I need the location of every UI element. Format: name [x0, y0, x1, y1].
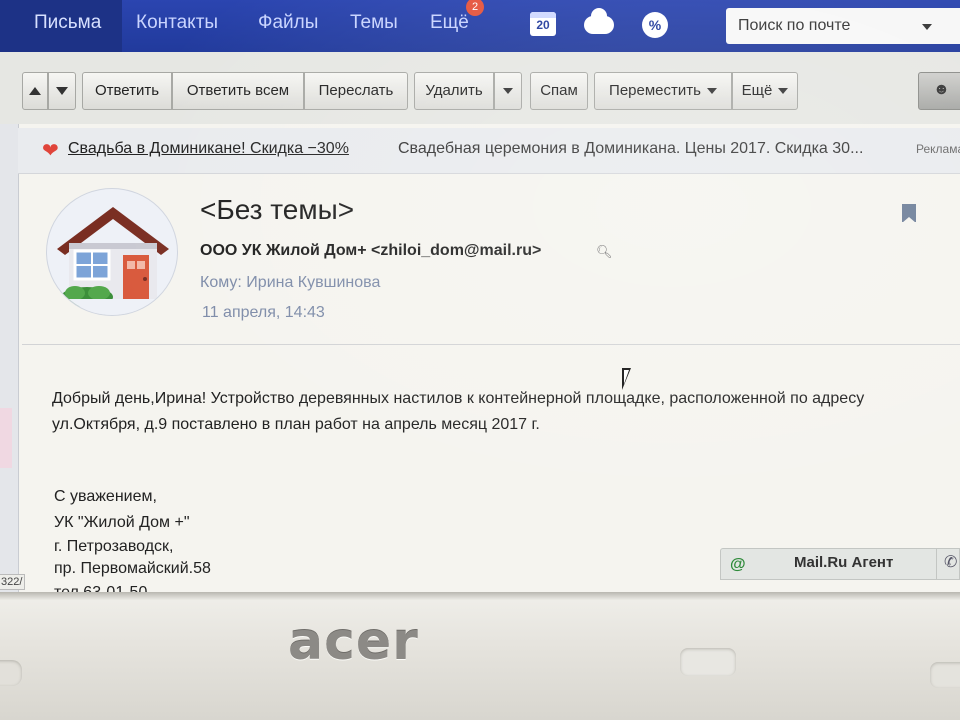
- signature-line: г. Петрозаводск,: [54, 538, 174, 555]
- bezel-bumper: [0, 660, 22, 686]
- delete-button[interactable]: Удалить: [414, 72, 494, 110]
- signature-line: тел.63-01-50: [54, 584, 147, 592]
- agent-at-icon: @: [730, 556, 746, 573]
- message-sender[interactable]: ООО УК Жилой Дом+ <zhiloi_dom@mail.ru>: [200, 242, 541, 260]
- agent-divider: [936, 548, 937, 580]
- chevron-down-icon: [503, 88, 513, 95]
- header-divider: [22, 344, 960, 345]
- mouse-cursor: [622, 368, 631, 390]
- arrow-up-icon: [29, 87, 41, 96]
- signature-line: УК "Жилой Дом +": [54, 514, 190, 531]
- spam-button[interactable]: Спам: [530, 72, 588, 110]
- ad-text[interactable]: Свадебная церемония в Доминикана. Цены 2…: [398, 140, 863, 158]
- house-icon: [47, 207, 177, 315]
- chevron-down-icon: [706, 88, 717, 95]
- phone-icon[interactable]: ✆: [944, 552, 957, 572]
- ad-label: Реклама: [916, 142, 960, 156]
- bezel-bumper: [930, 662, 960, 688]
- message-toolbar: Ответить Ответить всем Переслать Удалить…: [0, 52, 960, 124]
- ad-link[interactable]: Свадьба в Доминикане! Скидка −30%: [68, 140, 349, 158]
- percent-gear-icon[interactable]: %: [642, 12, 668, 38]
- top-nav: Письма Контакты Файлы Темы Ещё 2 20 % По…: [0, 0, 960, 52]
- body-line: Добрый день,Ирина! Устройство деревянных…: [52, 390, 865, 407]
- message-date: 11 апреля, 14:43: [202, 304, 325, 321]
- calendar-icon[interactable]: 20: [530, 12, 556, 36]
- nav-contacts[interactable]: Контакты: [136, 12, 218, 34]
- laptop-bezel-bottom: [0, 592, 960, 720]
- agent-label[interactable]: Mail.Ru Агент: [794, 554, 893, 571]
- arrow-down-icon: [56, 87, 68, 96]
- cloud-icon[interactable]: [584, 8, 614, 34]
- nav-letters[interactable]: Письма: [0, 0, 122, 52]
- screen: Письма Контакты Файлы Темы Ещё 2 20 % По…: [0, 0, 960, 592]
- laptop-bezel-ridge: [0, 592, 960, 600]
- message-body: Добрый день,Ирина! Устройство деревянных…: [52, 386, 952, 438]
- message-subject: <Без темы>: [200, 194, 355, 225]
- next-message-button[interactable]: [48, 72, 76, 110]
- message-recipient[interactable]: Кому: Ирина Кувшинова: [200, 274, 380, 292]
- bookmark-icon[interactable]: [902, 204, 916, 223]
- chevron-down-icon[interactable]: [922, 24, 932, 30]
- reply-all-button[interactable]: Ответить всем: [172, 72, 304, 110]
- chevron-down-icon: [778, 88, 789, 95]
- more-actions-label: Ещё: [741, 82, 773, 99]
- signature-line: С уважением,: [54, 488, 157, 505]
- nav-more-badge: 2: [466, 0, 484, 16]
- delete-menu-button[interactable]: [494, 72, 522, 110]
- status-url: 322/: [0, 574, 26, 590]
- move-label: Переместить: [609, 82, 701, 99]
- sender-avatar: [46, 188, 178, 316]
- body-line: ул.Октября, д.9 поставлено в план работ …: [52, 416, 540, 433]
- reply-button[interactable]: Ответить: [82, 72, 172, 110]
- heart-icon: ❤: [42, 140, 59, 162]
- nav-more[interactable]: Ещё: [430, 12, 469, 34]
- move-button[interactable]: Переместить: [594, 72, 732, 110]
- theme-icon-button[interactable]: ☻: [918, 72, 960, 110]
- more-actions-button[interactable]: Ещё: [732, 72, 798, 110]
- nav-files[interactable]: Файлы: [258, 12, 318, 34]
- bezel-bumper: [680, 648, 736, 676]
- search-icon[interactable]: 🔍︎: [596, 244, 613, 260]
- prev-message-button[interactable]: [22, 72, 48, 110]
- brand-logo: acer: [288, 612, 419, 672]
- nav-themes[interactable]: Темы: [350, 12, 398, 34]
- forward-button[interactable]: Переслать: [304, 72, 408, 110]
- folder-panel-edge: [0, 124, 18, 592]
- folder-panel-highlight: [0, 408, 12, 468]
- signature-line: пр. Первомайский.58: [54, 560, 211, 577]
